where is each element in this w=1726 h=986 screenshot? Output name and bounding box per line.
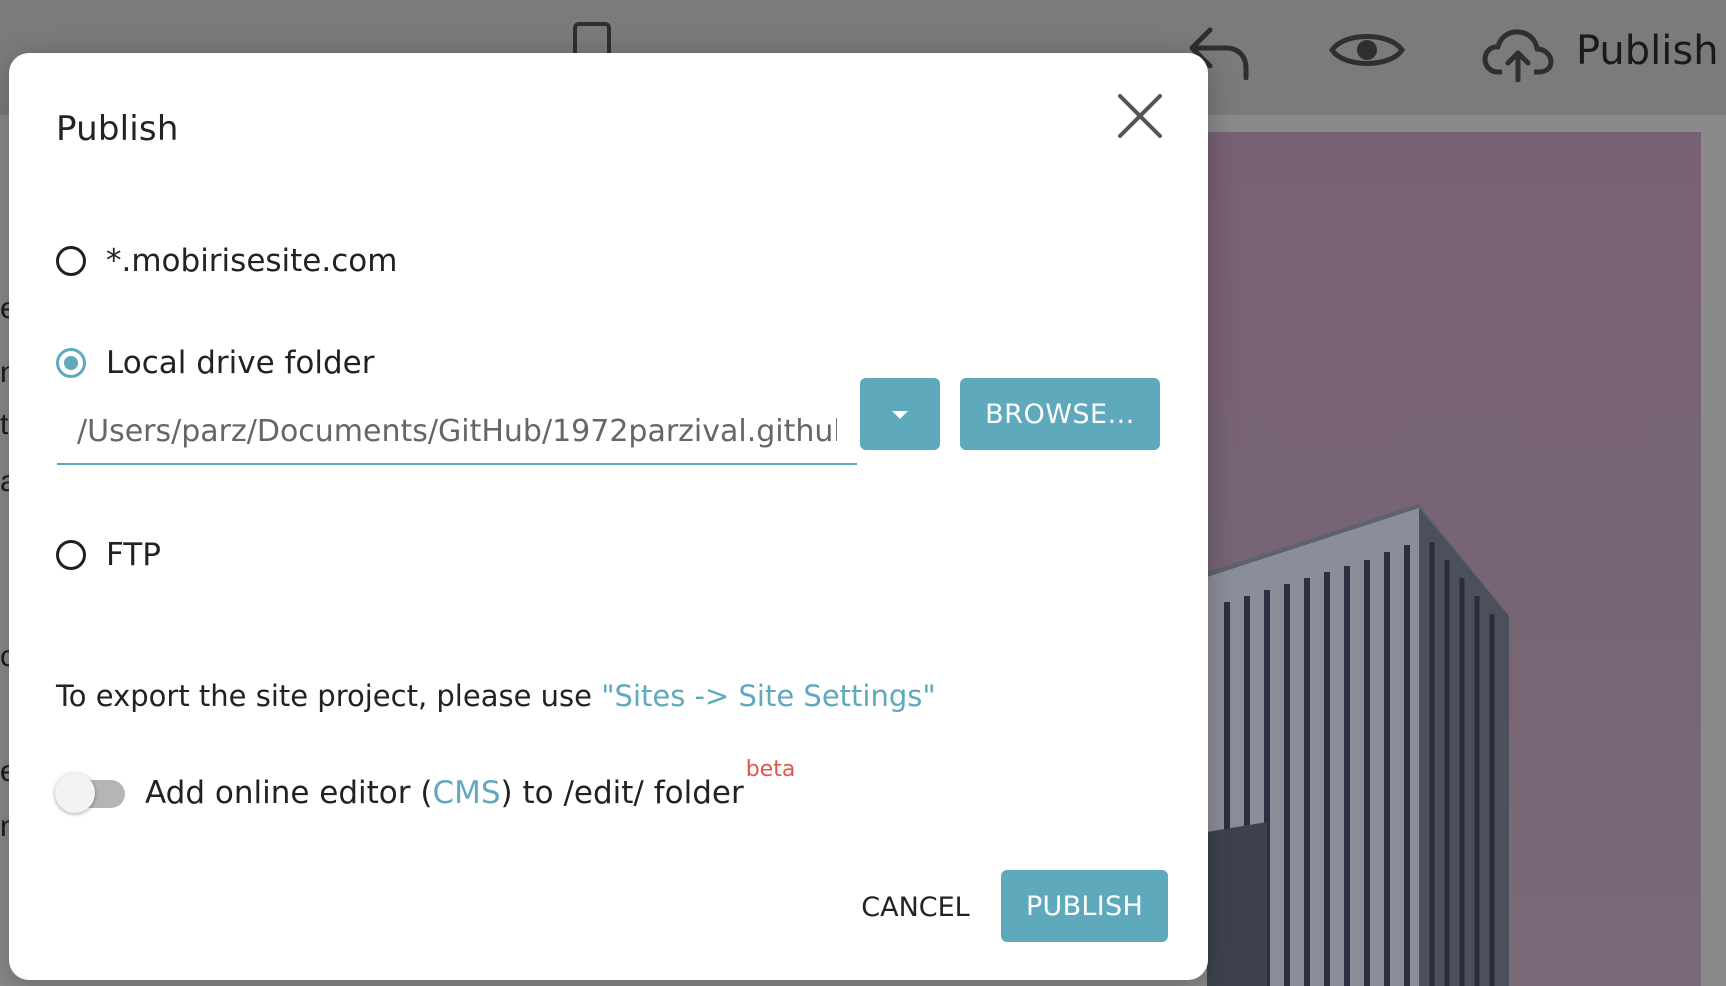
option-label: Local drive folder bbox=[106, 345, 375, 381]
publish-button[interactable]: PUBLISH bbox=[1001, 870, 1168, 942]
option-local-drive[interactable]: Local drive folder bbox=[56, 345, 375, 381]
edge-text: t bbox=[0, 408, 9, 441]
cms-text: Add online editor (CMS) to /edit/ folder bbox=[145, 775, 744, 811]
site-settings-link[interactable]: "Sites -> Site Settings" bbox=[601, 679, 936, 713]
cms-toggle[interactable] bbox=[55, 773, 125, 813]
cloud-upload-icon[interactable] bbox=[1482, 28, 1554, 82]
cms-text-after: ) to /edit/ folder bbox=[500, 775, 744, 811]
cms-link[interactable]: CMS bbox=[432, 775, 500, 811]
cms-text-before: Add online editor ( bbox=[145, 775, 433, 811]
toolbar-publish-button[interactable]: Publish bbox=[1576, 28, 1719, 74]
building-image bbox=[1207, 132, 1701, 986]
export-note: To export the site project, please use "… bbox=[56, 679, 936, 713]
folder-path-input[interactable] bbox=[57, 399, 857, 465]
cancel-button[interactable]: CANCEL bbox=[843, 871, 988, 943]
eye-icon[interactable] bbox=[1329, 28, 1405, 72]
folder-path-field bbox=[57, 377, 857, 501]
radio-button[interactable] bbox=[56, 540, 86, 570]
option-ftp[interactable]: FTP bbox=[56, 537, 161, 573]
dialog-title: Publish bbox=[56, 109, 179, 149]
radio-button-selected[interactable] bbox=[56, 348, 86, 378]
option-mobirisesite[interactable]: *.mobirisesite.com bbox=[56, 243, 397, 279]
path-dropdown-button[interactable] bbox=[860, 378, 940, 450]
chevron-down-icon bbox=[892, 411, 908, 419]
close-icon[interactable] bbox=[1114, 90, 1166, 142]
publish-dialog: Publish *.mobirisesite.com Local drive f… bbox=[9, 53, 1208, 980]
option-label: FTP bbox=[106, 537, 161, 573]
radio-button[interactable] bbox=[56, 246, 86, 276]
beta-badge: beta bbox=[745, 756, 796, 782]
option-label: *.mobirisesite.com bbox=[106, 243, 398, 279]
export-note-text: To export the site project, please use bbox=[56, 679, 602, 713]
browse-button[interactable]: BROWSE... bbox=[960, 378, 1160, 450]
cms-option: Add online editor (CMS) to /edit/ folder… bbox=[55, 757, 795, 813]
toggle-knob bbox=[55, 773, 95, 813]
